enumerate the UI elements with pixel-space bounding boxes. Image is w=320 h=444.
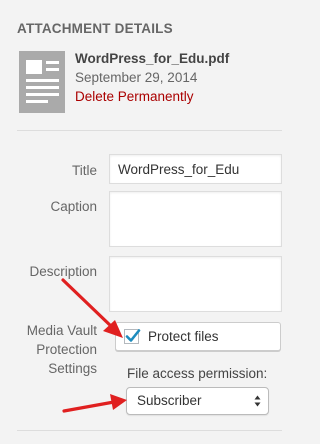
select-arrows-icon: [254, 395, 261, 407]
title-input[interactable]: [109, 154, 282, 184]
media-vault-label-line2: Protection: [36, 342, 97, 357]
checkmark-icon: [125, 329, 141, 342]
divider: [17, 430, 282, 431]
protect-files-label: Protect files: [148, 329, 219, 344]
annotation-arrow-icon: [62, 394, 127, 413]
title-label: Title: [71, 163, 97, 178]
file-access-permission-label: File access permission:: [127, 366, 268, 381]
protect-files-checkbox[interactable]: [124, 329, 141, 344]
caption-label: Caption: [50, 199, 97, 214]
caption-textarea[interactable]: [109, 191, 282, 247]
divider: [17, 130, 282, 131]
description-label: Description: [29, 264, 97, 279]
description-textarea[interactable]: [109, 256, 282, 312]
file-access-permission-value: Subscriber: [137, 393, 202, 408]
media-vault-label-line1: Media Vault: [26, 323, 97, 338]
media-vault-label: Media Vault Protection Settings: [17, 321, 97, 378]
file-date: September 29, 2014: [75, 70, 198, 85]
delete-permanently-link[interactable]: Delete Permanently: [75, 89, 194, 104]
file-name: WordPress_for_Edu.pdf: [75, 51, 230, 66]
protect-files-option[interactable]: Protect files: [115, 322, 281, 351]
file-access-permission-select[interactable]: Subscriber: [126, 387, 269, 415]
media-vault-label-line3: Settings: [48, 361, 97, 376]
document-icon: [17, 50, 67, 116]
panel-heading: ATTACHMENT DETAILS: [17, 21, 173, 36]
